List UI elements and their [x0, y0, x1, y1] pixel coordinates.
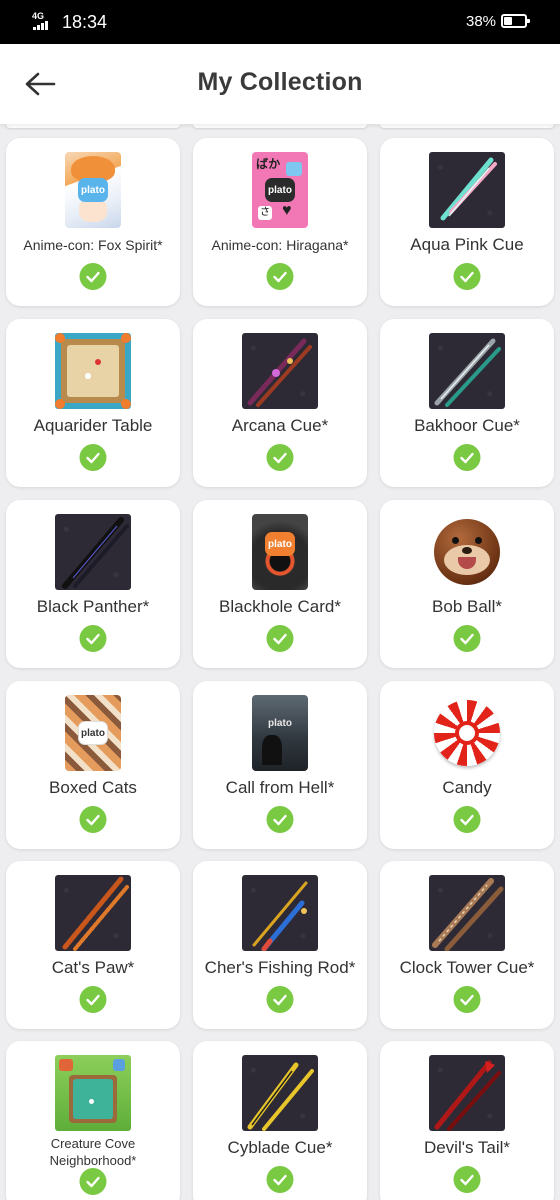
item-thumbnail [429, 514, 505, 590]
item-thumbnail [242, 875, 318, 951]
collection-item[interactable]: plato Anime-con: Fox Spirit* [6, 138, 180, 306]
app-header: My Collection [0, 44, 560, 124]
battery-icon [501, 14, 530, 28]
item-name: Bakhoor Cue* [414, 416, 520, 435]
item-thumbnail [429, 152, 505, 228]
collection-item[interactable]: Bob Ball* [380, 500, 554, 668]
collection-item[interactable]: ばか さ ♥ plato Anime-con: Hiragana* [193, 138, 367, 306]
collection-item[interactable]: plato Call from Hell* [193, 681, 367, 849]
page-title: My Collection [197, 68, 363, 96]
check-icon [266, 806, 294, 833]
item-name: Anime-con: Hiragana* [211, 237, 349, 253]
check-icon [266, 1166, 294, 1193]
item-name: Creature Cove Neighborhood* [49, 1136, 137, 1168]
check-icon [453, 263, 481, 290]
collection-item[interactable]: Arcana Cue* [193, 319, 367, 487]
check-icon [79, 263, 107, 290]
item-name: Call from Hell* [225, 778, 335, 797]
collection-item[interactable]: Aqua Pink Cue [380, 138, 554, 306]
item-thumbnail: plato [55, 695, 131, 771]
scrolled-row-edge [0, 124, 560, 128]
check-icon [79, 625, 107, 652]
item-name: Arcana Cue* [231, 416, 329, 435]
item-name: Bob Ball* [432, 597, 502, 616]
item-name: Clock Tower Cue* [399, 958, 535, 977]
item-thumbnail [429, 875, 505, 951]
item-thumbnail [242, 333, 318, 409]
check-icon [266, 625, 294, 652]
collection-item[interactable]: plato Blackhole Card* [193, 500, 367, 668]
collection-item[interactable]: Candy [380, 681, 554, 849]
collection-item[interactable]: plato Boxed Cats [6, 681, 180, 849]
check-icon [453, 444, 481, 471]
battery-percent: 38% [466, 13, 497, 30]
check-icon [453, 1166, 481, 1193]
item-name: Cyblade Cue* [227, 1138, 333, 1157]
check-icon [79, 806, 107, 833]
item-thumbnail [55, 875, 131, 951]
collection-item[interactable]: Devil's Tail* [380, 1041, 554, 1200]
item-name: Black Panther* [36, 597, 150, 616]
collection-item[interactable]: Cyblade Cue* [193, 1041, 367, 1200]
item-thumbnail [429, 333, 505, 409]
status-bar: 4G 18:34 38% [0, 0, 560, 44]
collection-item[interactable]: Black Panther* [6, 500, 180, 668]
item-thumbnail: plato [55, 152, 131, 228]
item-thumbnail [429, 695, 505, 771]
collection-item[interactable]: Clock Tower Cue* [380, 861, 554, 1029]
check-icon [266, 263, 294, 290]
check-icon [79, 444, 107, 471]
collection-item[interactable]: Cher's Fishing Rod* [193, 861, 367, 1029]
item-name: Devil's Tail* [423, 1138, 511, 1157]
check-icon [79, 986, 107, 1013]
check-icon [453, 986, 481, 1013]
network-type: 4G [32, 11, 45, 21]
check-icon [266, 986, 294, 1013]
item-name: Anime-con: Fox Spirit* [23, 237, 163, 253]
check-icon [453, 806, 481, 833]
item-thumbnail [242, 1055, 318, 1131]
collection-item[interactable]: Cat's Paw* [6, 861, 180, 1029]
signal-icon [33, 21, 48, 30]
item-thumbnail: plato [242, 695, 318, 771]
item-thumbnail [55, 333, 131, 409]
check-icon [266, 444, 294, 471]
item-thumbnail: plato [242, 514, 318, 590]
item-name: Aqua Pink Cue [410, 235, 524, 254]
item-thumbnail: ばか さ ♥ plato [242, 152, 318, 228]
item-name: Blackhole Card* [219, 597, 341, 616]
item-thumbnail [429, 1055, 505, 1131]
clock: 18:34 [62, 12, 108, 32]
item-name: Boxed Cats [49, 778, 137, 797]
check-icon [453, 625, 481, 652]
collection-item[interactable]: Bakhoor Cue* [380, 319, 554, 487]
item-thumbnail [55, 514, 131, 590]
check-icon [79, 1168, 107, 1195]
item-name: Candy [442, 778, 492, 797]
item-name: Cat's Paw* [51, 958, 135, 977]
item-name: Cher's Fishing Rod* [204, 958, 356, 977]
item-thumbnail [55, 1055, 131, 1131]
collection-item[interactable]: Creature Cove Neighborhood* [6, 1041, 180, 1200]
item-name: Aquarider Table [33, 416, 153, 435]
collection-item[interactable]: Aquarider Table [6, 319, 180, 487]
